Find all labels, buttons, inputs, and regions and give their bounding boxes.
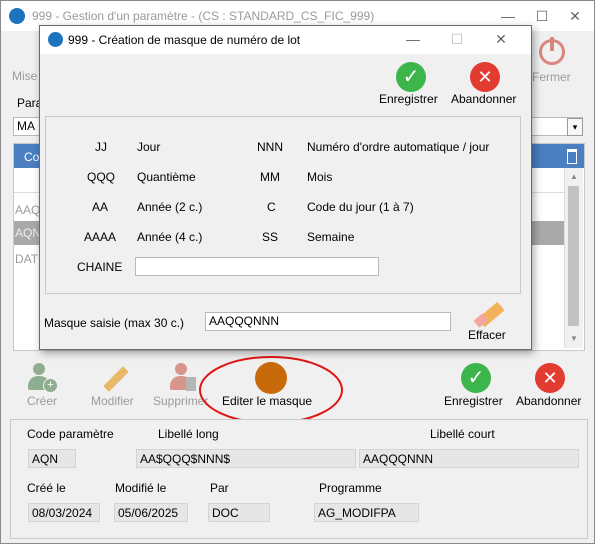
create-button[interactable]: Créer bbox=[27, 394, 57, 408]
by-field[interactable]: DOC bbox=[208, 503, 270, 522]
long-field[interactable]: AA$QQQ$NNN$ bbox=[136, 449, 356, 468]
minimize-button[interactable]: — bbox=[497, 6, 519, 26]
legend-desc: Numéro d'ordre automatique / jour bbox=[307, 140, 490, 154]
scroll-down-icon[interactable]: ▼ bbox=[570, 334, 578, 343]
mask-input[interactable]: AAQQQNNN bbox=[205, 312, 451, 331]
scroll-thumb[interactable] bbox=[568, 186, 579, 326]
mask-dialog: 999 - Création de masque de numéro de lo… bbox=[39, 25, 532, 350]
add-user-icon[interactable]: + bbox=[27, 363, 58, 393]
legend-code: AAAA bbox=[84, 230, 117, 244]
main-window-title: 999 - Gestion d'un paramètre - (CS : STA… bbox=[32, 9, 375, 23]
dialog-cancel-button[interactable]: Abandonner bbox=[451, 92, 516, 106]
legend-code: C bbox=[267, 200, 276, 214]
close-window-button[interactable]: ✕ bbox=[564, 6, 586, 26]
list-item-selected-text: AQN bbox=[15, 226, 42, 240]
legend-code: NNN bbox=[257, 140, 283, 154]
by-label: Par bbox=[210, 481, 229, 495]
trash-icon[interactable] bbox=[567, 149, 577, 164]
maximize-button[interactable]: ☐ bbox=[531, 6, 553, 26]
dialog-save-button[interactable]: Enregistrer bbox=[379, 92, 438, 106]
save-button[interactable]: Enregistrer bbox=[444, 394, 503, 408]
chaine-label: CHAINE bbox=[77, 260, 123, 274]
dialog-cancel-x-icon[interactable]: ✕ bbox=[470, 62, 500, 92]
dialog-checkmark-icon[interactable]: ✓ bbox=[396, 62, 426, 92]
modified-label: Modifié le bbox=[115, 481, 167, 495]
legend-code: QQQ bbox=[87, 170, 116, 184]
code-label: Code paramètre bbox=[27, 427, 114, 441]
grid-header-code[interactable]: Co bbox=[24, 150, 39, 164]
legend-desc: Année (2 c.) bbox=[137, 200, 203, 214]
modify-button[interactable]: Modifier bbox=[91, 394, 134, 408]
legend-desc: Mois bbox=[307, 170, 333, 184]
app-icon bbox=[9, 8, 25, 24]
short-label: Libellé court bbox=[430, 427, 495, 441]
legend-desc: Code du jour (1 à 7) bbox=[307, 200, 414, 214]
created-label: Créé le bbox=[27, 481, 66, 495]
short-field[interactable]: AAQQQNNN bbox=[359, 449, 579, 468]
legend-code: MM bbox=[260, 170, 280, 184]
list-item[interactable]: DAT bbox=[15, 252, 38, 266]
program-field[interactable]: AG_MODIFPA bbox=[314, 503, 419, 522]
legend-code: JJ bbox=[95, 140, 107, 154]
program-label: Programme bbox=[319, 481, 382, 495]
scrollbar[interactable]: ▲ ▼ bbox=[564, 168, 583, 348]
long-label: Libellé long bbox=[158, 427, 219, 441]
chaine-input[interactable] bbox=[135, 257, 379, 276]
dialog-titlebar: 999 - Création de masque de numéro de lo… bbox=[40, 26, 531, 54]
eraser-icon[interactable] bbox=[473, 300, 505, 328]
list-item[interactable]: AAQ bbox=[15, 203, 40, 217]
code-field[interactable]: AQN bbox=[28, 449, 76, 468]
power-icon-bar bbox=[550, 37, 554, 51]
legend-desc: Semaine bbox=[307, 230, 355, 244]
close-button-label[interactable]: Fermer bbox=[532, 70, 571, 84]
scroll-up-icon[interactable]: ▲ bbox=[570, 172, 578, 181]
dialog-title: 999 - Création de masque de numéro de lo… bbox=[68, 33, 301, 47]
legend-code: SS bbox=[262, 230, 279, 244]
dialog-maximize-button[interactable]: ☐ bbox=[446, 29, 468, 49]
modified-field[interactable]: 05/06/2025 bbox=[114, 503, 188, 522]
pencil-icon[interactable] bbox=[98, 363, 129, 393]
legend-desc: Année (4 c.) bbox=[137, 230, 203, 244]
legend-desc: Jour bbox=[137, 140, 161, 154]
annotation-ellipse bbox=[199, 356, 343, 424]
cancel-button[interactable]: Abandonner bbox=[516, 394, 581, 408]
delete-user-icon[interactable] bbox=[169, 363, 199, 393]
checkmark-icon[interactable]: ✓ bbox=[461, 363, 491, 393]
clear-button[interactable]: Effacer bbox=[468, 328, 506, 342]
details-panel: Code paramètre Libellé long Libellé cour… bbox=[10, 419, 588, 539]
legend-panel: JJ Jour NNN Numéro d'ordre automatique /… bbox=[45, 116, 521, 294]
dialog-minimize-button[interactable]: — bbox=[402, 29, 424, 49]
created-field[interactable]: 08/03/2024 bbox=[28, 503, 100, 522]
dialog-app-icon bbox=[48, 32, 63, 47]
mask-label: Masque saisie (max 30 c.) bbox=[44, 316, 185, 330]
cancel-x-icon[interactable]: ✕ bbox=[535, 363, 565, 393]
legend-desc: Quantième bbox=[137, 170, 196, 184]
dialog-close-button[interactable]: ✕ bbox=[490, 29, 512, 49]
toolbar-label-partial[interactable]: Mise bbox=[12, 69, 37, 83]
legend-code: AA bbox=[92, 200, 109, 214]
dropdown-arrow-icon[interactable]: ▾ bbox=[567, 118, 583, 136]
